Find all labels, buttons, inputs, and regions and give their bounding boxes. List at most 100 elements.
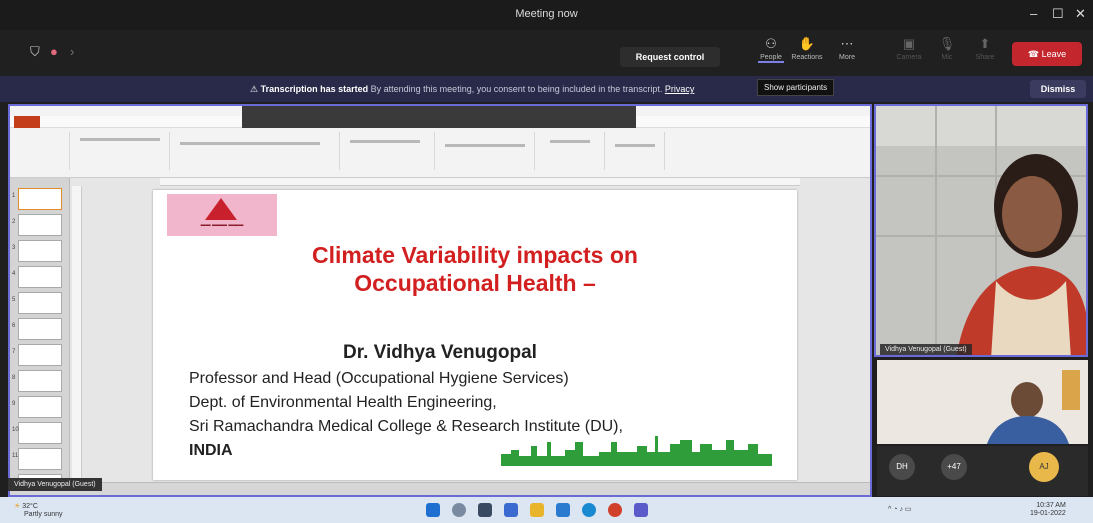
share-icon: ⬆ bbox=[979, 36, 991, 51]
reactions-button[interactable]: ✋ Reactions bbox=[790, 36, 824, 61]
privacy-link[interactable]: Privacy bbox=[665, 84, 695, 94]
camera-icon: ▣ bbox=[902, 36, 916, 51]
reactions-icon: ✋ bbox=[798, 36, 816, 51]
slide-thumbnail[interactable]: 2 bbox=[12, 214, 62, 236]
leave-label: Leave bbox=[1041, 49, 1067, 59]
slide-title-line2: Occupational Health – bbox=[354, 270, 596, 296]
shield-icon[interactable]: ⛉ bbox=[30, 44, 40, 60]
slide-thumbnail[interactable]: 10 bbox=[12, 422, 62, 444]
search-icon[interactable] bbox=[452, 503, 466, 517]
transcription-banner: ⚠ Transcription has started By attending… bbox=[0, 76, 1093, 102]
warning-icon: ⚠ bbox=[250, 84, 259, 94]
slide-thumbnail[interactable]: 11 bbox=[12, 448, 62, 470]
teams-chat-icon[interactable] bbox=[504, 503, 518, 517]
window-title: Meeting now bbox=[515, 8, 578, 20]
ribbon-control bbox=[180, 142, 320, 145]
taskbar-clock[interactable]: 10:37 AM 19-01-2022 bbox=[1030, 502, 1066, 518]
mic-label: Mic bbox=[941, 54, 953, 61]
taskbar bbox=[0, 497, 1093, 523]
chevron-up-icon[interactable]: ^ bbox=[888, 506, 891, 513]
avatar[interactable]: DH bbox=[889, 454, 915, 480]
file-explorer-icon[interactable] bbox=[530, 503, 544, 517]
minimize-icon[interactable]: – bbox=[1030, 6, 1037, 21]
slide-title-line1: Climate Variability impacts on bbox=[312, 242, 638, 268]
slide-thumbnail[interactable]: 9 bbox=[12, 396, 62, 418]
slide-thumbnail[interactable]: 4 bbox=[12, 266, 62, 288]
phone-icon: ☎ bbox=[1027, 49, 1040, 59]
slide-affiliation-4: INDIA bbox=[189, 442, 233, 459]
horizontal-ruler bbox=[160, 178, 800, 186]
more-participants-avatar[interactable]: +47 bbox=[941, 454, 967, 480]
slide-canvas: ▬▬ ▬▬▬ ▬▬▬ Climate Variability impacts o… bbox=[153, 190, 797, 480]
ribbon-control bbox=[350, 140, 420, 143]
more-button[interactable]: ⋯ More bbox=[834, 36, 860, 61]
participant-avatars: DH +47 AJ bbox=[877, 446, 1088, 496]
ppt-status-bar bbox=[10, 482, 870, 495]
teams-icon[interactable] bbox=[634, 503, 648, 517]
participant-name-tag: Vidhya Venugopal (Guest) bbox=[880, 344, 972, 355]
share-label: Share bbox=[975, 54, 995, 61]
title-bar: Meeting now – ☐ ✕ bbox=[0, 0, 1093, 30]
slide-thumbnail[interactable]: 5 bbox=[12, 292, 62, 314]
slide-thumbnail[interactable]: 8 bbox=[12, 370, 62, 392]
network-icon[interactable]: ◔ bbox=[893, 506, 897, 513]
participants-tooltip: Show participants bbox=[757, 79, 835, 96]
chevron-icon[interactable]: › bbox=[70, 44, 74, 59]
avatar[interactable]: AJ bbox=[1029, 452, 1059, 482]
weather-condition: Partly sunny bbox=[24, 511, 63, 518]
clock-time: 10:37 AM bbox=[1036, 502, 1066, 509]
meeting-toolbar: ⛉ ● › ⚇ People ✋ Reactions ⋯ More ▣ Came… bbox=[0, 30, 1093, 76]
slide-thumbnail[interactable]: 6 bbox=[12, 318, 62, 340]
edge-icon[interactable] bbox=[582, 503, 596, 517]
battery-icon[interactable]: ▭ bbox=[905, 506, 912, 513]
ribbon-control bbox=[80, 138, 160, 141]
camera-label: Camera bbox=[896, 54, 922, 61]
city-skyline-graphic bbox=[501, 436, 772, 466]
slide-affiliation-2: Dept. of Environmental Health Engineerin… bbox=[189, 394, 497, 411]
participant-video-image bbox=[876, 106, 1086, 355]
banner-message: ⚠ Transcription has started By attending… bbox=[250, 84, 694, 95]
participant-video-secondary[interactable] bbox=[877, 360, 1088, 444]
request-control-button[interactable]: Request control bbox=[620, 47, 720, 67]
ribbon-group bbox=[340, 132, 435, 170]
mail-icon[interactable] bbox=[556, 503, 570, 517]
slide-thumbnail[interactable]: 1 bbox=[12, 188, 62, 210]
start-icon[interactable] bbox=[426, 503, 440, 517]
banner-strong: Transcription has started bbox=[260, 84, 369, 94]
ribbon-group bbox=[10, 132, 70, 170]
mic-button[interactable]: 🎙 Mic bbox=[934, 36, 960, 61]
file-tab bbox=[14, 116, 40, 128]
chrome-icon[interactable] bbox=[608, 503, 622, 517]
slide-affiliation-3: Sri Ramachandra Medical College & Resear… bbox=[189, 418, 623, 435]
people-label: People bbox=[760, 54, 782, 61]
weather-widget[interactable]: ☀ 32°C Partly sunny bbox=[14, 503, 63, 519]
maximize-icon[interactable]: ☐ bbox=[1052, 6, 1064, 22]
ribbon-control bbox=[445, 144, 525, 147]
leave-button[interactable]: ☎ Leave bbox=[1012, 42, 1082, 66]
shared-screen: 1 2 3 4 5 6 7 8 9 10 11 12 ▬▬ ▬▬▬ ▬▬▬ Cl… bbox=[8, 104, 872, 497]
ribbon-control bbox=[615, 144, 655, 147]
record-icon[interactable]: ● bbox=[50, 44, 58, 59]
slide-author: Dr. Vidhya Venugopal bbox=[343, 342, 537, 363]
camera-button[interactable]: ▣ Camera bbox=[894, 36, 924, 61]
presenter-name-tag: Vidhya Venugopal (Guest) bbox=[8, 478, 102, 491]
more-label: More bbox=[839, 54, 855, 61]
logo-caption: ▬▬ ▬▬▬ ▬▬▬ bbox=[200, 222, 244, 228]
close-icon[interactable]: ✕ bbox=[1075, 6, 1086, 22]
volume-icon[interactable]: ♪ bbox=[899, 506, 903, 513]
participant-video-main[interactable] bbox=[874, 104, 1088, 357]
people-icon: ⚇ bbox=[765, 36, 777, 51]
slide-thumbnails: 1 2 3 4 5 6 7 8 9 10 11 12 bbox=[10, 178, 70, 495]
mic-icon: 🎙 bbox=[938, 36, 956, 51]
ppt-title-overlay bbox=[242, 106, 636, 128]
share-button[interactable]: ⬆ Share bbox=[970, 36, 1000, 61]
vertical-ruler bbox=[72, 186, 82, 486]
slide-thumbnail[interactable]: 7 bbox=[12, 344, 62, 366]
more-icon: ⋯ bbox=[840, 36, 854, 51]
dismiss-button[interactable]: Dismiss bbox=[1030, 80, 1086, 98]
slide-thumbnail[interactable]: 3 bbox=[12, 240, 62, 262]
temperature: 32°C bbox=[22, 503, 38, 510]
task-view-icon[interactable] bbox=[478, 503, 492, 517]
people-button[interactable]: ⚇ People bbox=[758, 36, 784, 63]
ribbon-group bbox=[535, 132, 605, 170]
